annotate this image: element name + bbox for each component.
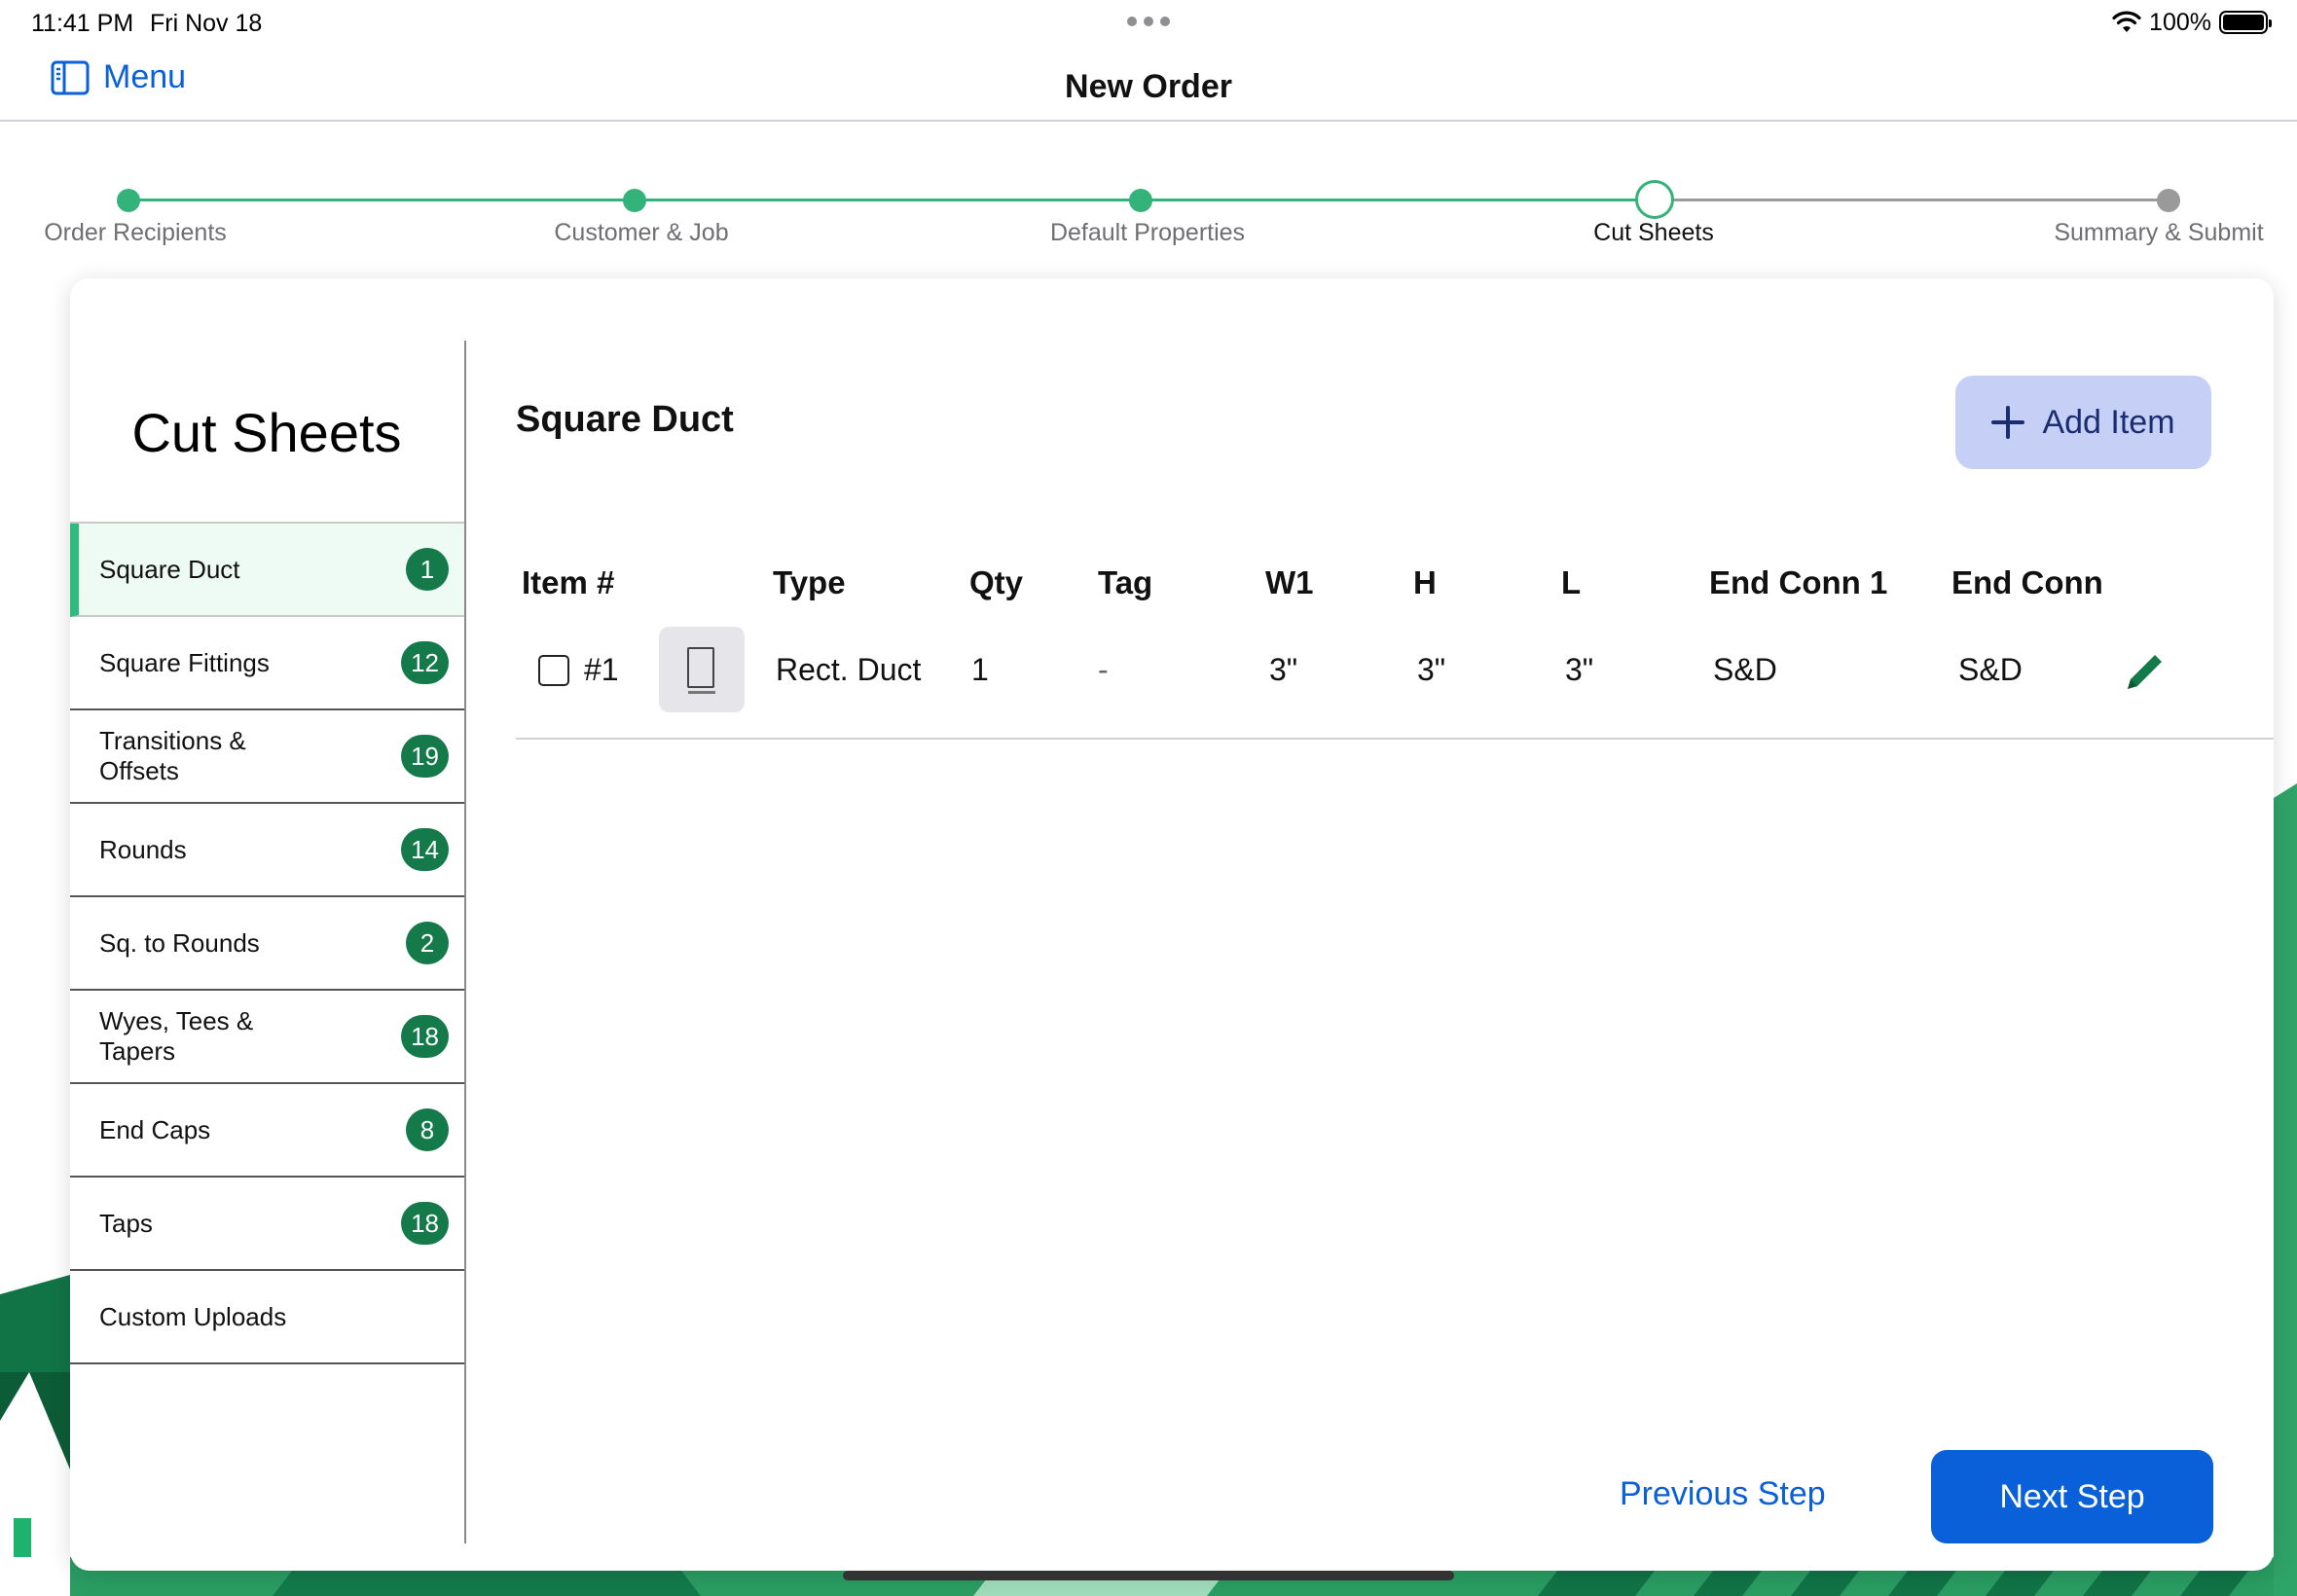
- column-header-end-conn-2: End Conn: [1951, 564, 2103, 600]
- wifi-icon: [2112, 11, 2141, 32]
- stepper-line-complete: [128, 199, 1655, 201]
- cell-qty: 1: [971, 652, 989, 687]
- step-dot-default-properties[interactable]: [1129, 189, 1152, 212]
- home-indicator[interactable]: [843, 1571, 1454, 1580]
- count-badge: 19: [401, 735, 449, 778]
- sidebar-item-label: Transitions & Offsets: [99, 726, 246, 785]
- step-label-summary-submit[interactable]: Summary & Submit: [2054, 219, 2263, 247]
- sidebar-item-custom-uploads[interactable]: Custom Uploads: [70, 1271, 464, 1364]
- sidebar-item-end-caps[interactable]: End Caps 8: [70, 1084, 464, 1178]
- sidebar-item-label: Custom Uploads: [99, 1301, 287, 1331]
- sidebar-item-label: Square Duct: [99, 554, 240, 584]
- sidebar-item-label: Square Fittings: [99, 647, 270, 677]
- step-dot-summary-submit[interactable]: [2157, 189, 2180, 212]
- cell-type: Rect. Duct: [776, 652, 922, 687]
- cell-l: 3": [1565, 652, 1594, 687]
- cell-tag: -: [1098, 652, 1109, 687]
- cut-sheets-card: Cut Sheets Square Duct 1 Square Fittings…: [70, 278, 2274, 1571]
- sidebar-item-sq-to-rounds[interactable]: Sq. to Rounds 2: [70, 897, 464, 991]
- column-header-type: Type: [773, 564, 846, 600]
- count-badge: 1: [406, 548, 449, 591]
- count-badge: 12: [401, 641, 449, 684]
- sidebar-item-label: Sq. to Rounds: [99, 927, 260, 958]
- column-header-qty: Qty: [969, 564, 1024, 600]
- step-label-default-properties[interactable]: Default Properties: [1050, 219, 1245, 247]
- row-checkbox[interactable]: [538, 655, 569, 686]
- column-header-item: Item #: [522, 564, 615, 600]
- category-list: Square Duct 1 Square Fittings 12 Transit…: [70, 522, 464, 1364]
- previous-step-button[interactable]: Previous Step: [1620, 1475, 1826, 1513]
- step-label-order-recipients[interactable]: Order Recipients: [44, 219, 227, 247]
- column-header-tag: Tag: [1098, 564, 1153, 600]
- column-header-h: H: [1413, 564, 1437, 600]
- count-badge: 18: [401, 1015, 449, 1058]
- section-title: Square Duct: [516, 399, 734, 440]
- count-badge: 2: [406, 922, 449, 964]
- step-label-customer-job[interactable]: Customer & Job: [554, 219, 728, 247]
- status-time: 11:41 PM: [31, 10, 134, 37]
- step-dot-order-recipients[interactable]: [117, 189, 140, 212]
- column-header-clip: End Conn: [1951, 551, 2195, 609]
- sidebar-item-rounds[interactable]: Rounds 14: [70, 804, 464, 897]
- multitasking-dots-icon[interactable]: [1127, 17, 1170, 26]
- sidebar-item-label: End Caps: [99, 1114, 211, 1144]
- step-dot-cut-sheets[interactable]: [1635, 180, 1674, 219]
- battery-percent: 100%: [2149, 8, 2211, 36]
- add-item-label: Add Item: [2042, 403, 2175, 441]
- status-date: Fri Nov 18: [150, 10, 263, 37]
- add-item-button[interactable]: Add Item: [1955, 376, 2211, 469]
- column-header-w1: W1: [1265, 564, 1314, 600]
- plus-icon: [1991, 406, 2025, 439]
- cell-h: 3": [1417, 652, 1446, 687]
- column-header-l: L: [1561, 564, 1582, 600]
- navigation-bar: Menu New Order: [0, 47, 2297, 122]
- cell-end-conn-2: S&D: [1958, 652, 2023, 687]
- duct-thumbnail-icon[interactable]: [659, 627, 745, 712]
- column-header-end-conn-1: End Conn 1: [1709, 564, 1888, 600]
- sidebar-item-label: Taps: [99, 1208, 153, 1238]
- cell-item: #1: [584, 652, 619, 687]
- pencil-icon[interactable]: [2122, 648, 2169, 695]
- sidebar-item-taps[interactable]: Taps 18: [70, 1178, 464, 1271]
- sidebar-item-square-fittings[interactable]: Square Fittings 12: [70, 617, 464, 710]
- row-divider: [516, 738, 2274, 740]
- sidebar-item-wyes-tees-tapers[interactable]: Wyes, Tees & Tapers 18: [70, 991, 464, 1084]
- cell-w1: 3": [1269, 652, 1298, 687]
- stepper-line-upcoming: [1655, 199, 2169, 201]
- sidebar-divider: [464, 341, 466, 1543]
- sidebar-title: Cut Sheets: [131, 402, 402, 463]
- status-bar: 11:41 PM Fri Nov 18 100%: [0, 0, 2297, 47]
- cell-end-conn-1: S&D: [1713, 652, 1777, 687]
- sidebar-item-transitions-offsets[interactable]: Transitions & Offsets 19: [70, 710, 464, 804]
- count-badge: 18: [401, 1202, 449, 1245]
- count-badge: 14: [401, 828, 449, 871]
- step-dot-customer-job[interactable]: [623, 189, 646, 212]
- step-label-cut-sheets[interactable]: Cut Sheets: [1593, 219, 1714, 247]
- next-step-button[interactable]: Next Step: [1931, 1450, 2213, 1543]
- battery-icon: [2219, 11, 2272, 34]
- sidebar-item-label: Rounds: [99, 834, 187, 864]
- count-badge: 8: [406, 1108, 449, 1151]
- page-title: New Order: [1065, 68, 1232, 105]
- sidebar-item-label: Wyes, Tees & Tapers: [99, 1006, 254, 1066]
- sidebar-item-square-duct[interactable]: Square Duct 1: [70, 524, 464, 617]
- status-indicators: 100%: [2112, 8, 2272, 37]
